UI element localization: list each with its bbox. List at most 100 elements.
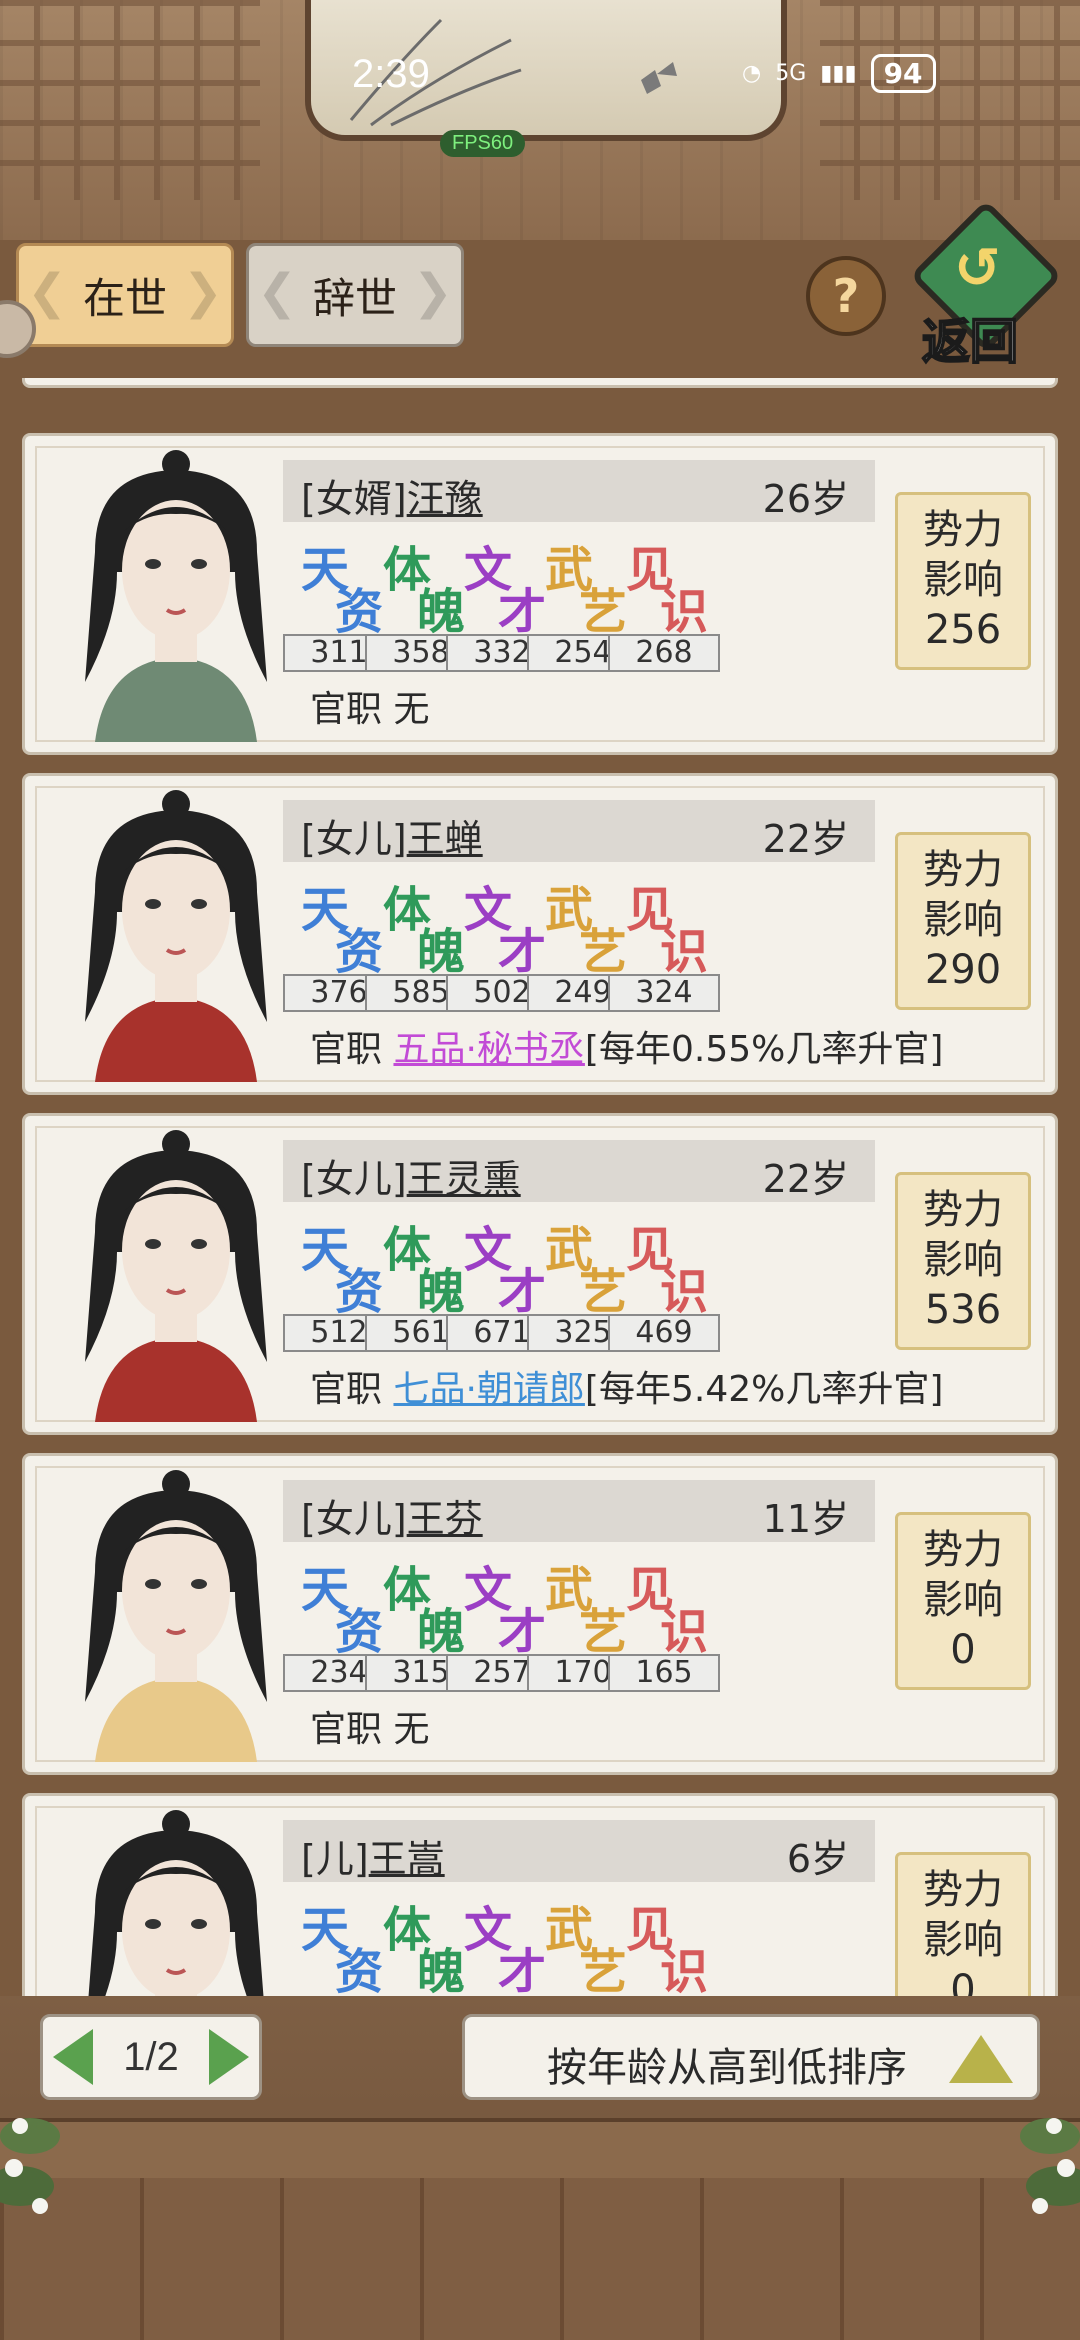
- family-list[interactable]: [女婿]汪豫 26岁天资 311 体魄 358 文才 332 武艺 254 见识 268 官职 无势力…: [22, 378, 1058, 1996]
- promotion-chance: [每年5.42%几率升官]: [584, 1369, 944, 1410]
- status-indicators: ◔ 5G ▮▮▮ 94: [742, 54, 936, 93]
- influence-value: 256: [924, 607, 1002, 653]
- page-indicator: 1/2: [123, 2034, 179, 2079]
- influence-value: 536: [924, 1287, 1002, 1333]
- portrait-avatar[interactable]: [35, 1802, 317, 1996]
- member-given-name: 王芬: [406, 1497, 483, 1541]
- office-title[interactable]: 五品·秘书丞: [393, 1029, 584, 1070]
- influence-label-1: 势力: [923, 847, 1003, 893]
- chevron-right-icon: ❯: [412, 264, 453, 320]
- chevron-left-icon: ❮: [27, 264, 68, 320]
- fps-badge: FPS60: [440, 130, 526, 157]
- office-row: 官职 无: [310, 680, 429, 732]
- influence-value: 0: [950, 1967, 976, 1996]
- influence-box: 势力 影响 0: [895, 1852, 1031, 1996]
- pager: 1/2: [40, 2014, 262, 2100]
- list-item-partial: [22, 378, 1058, 388]
- chevron-right-icon: ❯: [182, 264, 223, 320]
- office-title[interactable]: 七品·朝请郎: [393, 1369, 584, 1410]
- office-label: 官职: [310, 1029, 383, 1070]
- influence-label-1: 势力: [923, 1527, 1003, 1573]
- attribute-label: 见识: [608, 534, 722, 640]
- influence-box: 势力 影响 290: [895, 832, 1031, 1010]
- next-page-button[interactable]: [208, 2029, 249, 2085]
- member-relation: [女儿]: [301, 1497, 407, 1541]
- promotion-chance: [每年0.55%几率升官]: [584, 1029, 944, 1070]
- signal-label: 5G: [775, 61, 807, 86]
- influence-label-2: 影响: [923, 557, 1003, 603]
- top-frame: [0, 0, 1080, 240]
- family-member-card[interactable]: [儿]王嵩 6岁天资体魄文才武艺见识势力 影响 0: [22, 1793, 1058, 1996]
- member-relation: [女儿]: [301, 1157, 407, 1201]
- member-name[interactable]: [女儿]王灵熏: [301, 1148, 521, 1203]
- help-button[interactable]: ?: [806, 256, 886, 336]
- influence-label-2: 影响: [923, 1917, 1003, 1963]
- member-relation: [女婿]: [301, 477, 407, 521]
- member-given-name: 王嵩: [368, 1837, 445, 1881]
- portrait-avatar[interactable]: [35, 1462, 317, 1762]
- member-name[interactable]: [女儿]王芬: [301, 1488, 483, 1543]
- tab-alive[interactable]: ❮ 在世 ❯: [16, 243, 234, 347]
- back-label: 返回: [921, 313, 1019, 371]
- member-name[interactable]: [女婿]汪豫: [301, 468, 483, 523]
- member-header: [女儿]王芬 11岁: [283, 1480, 875, 1542]
- office-label: 官职: [310, 689, 383, 730]
- office-label: 官职: [310, 1369, 383, 1410]
- office-row: 官职 无: [310, 1700, 429, 1752]
- attribute-label: 见识: [608, 874, 722, 980]
- attribute-label: 见识: [608, 1214, 722, 1320]
- attribute-value: 268: [608, 634, 720, 672]
- family-member-card[interactable]: [女婿]汪豫 26岁天资 311 体魄 358 文才 332 武艺 254 见识 268 官职 无势力…: [22, 433, 1058, 755]
- member-age: 11岁: [762, 1497, 849, 1541]
- influence-label-1: 势力: [923, 1867, 1003, 1913]
- family-member-card[interactable]: [女儿]王蝉 22岁天资 376 体魄 585 文才 502 武艺 249 见识 324 官职 五品·…: [22, 773, 1058, 1095]
- prev-page-button[interactable]: [53, 2029, 93, 2085]
- member-header: [女儿]王蝉 22岁: [283, 800, 875, 862]
- wifi-icon: ◔: [742, 61, 762, 86]
- signal-bars-icon: ▮▮▮: [820, 61, 857, 86]
- attribute-label: 见识: [608, 1894, 722, 1996]
- member-name[interactable]: [女儿]王蝉: [301, 808, 483, 863]
- influence-box: 势力 影响 0: [895, 1512, 1031, 1690]
- member-relation: [儿]: [301, 1837, 369, 1881]
- return-arrow-icon: ↺: [954, 236, 1001, 301]
- member-given-name: 王蝉: [406, 817, 483, 861]
- family-member-card[interactable]: [女儿]王芬 11岁天资 234 体魄 315 文才 257 武艺 170 见识 165 官职 无势力…: [22, 1453, 1058, 1775]
- influence-label-2: 影响: [923, 897, 1003, 943]
- member-given-name: 汪豫: [406, 477, 483, 521]
- portrait-avatar[interactable]: [35, 442, 317, 742]
- member-age: 6岁: [786, 1837, 849, 1881]
- sort-button[interactable]: 按年龄从高到低排序: [462, 2014, 1040, 2100]
- influence-label-2: 影响: [923, 1577, 1003, 1623]
- attribute-label: 见识: [608, 1554, 722, 1660]
- tab-deceased-label: 辞世: [312, 273, 397, 323]
- tab-deceased[interactable]: ❮ 辞世 ❯: [246, 243, 464, 347]
- sort-label: 按年龄从高到低排序: [547, 2045, 907, 2091]
- sort-ascending-icon: [949, 2035, 1013, 2083]
- influence-label-1: 势力: [923, 1187, 1003, 1233]
- attribute-value: 469: [608, 1314, 720, 1352]
- portrait-avatar[interactable]: [35, 782, 317, 1082]
- chevron-left-icon: ❮: [257, 264, 298, 320]
- question-icon: ?: [832, 269, 860, 323]
- attribute-value: 324: [608, 974, 720, 1012]
- member-name[interactable]: [儿]王嵩: [301, 1828, 445, 1883]
- attribute-char-2: 识: [660, 924, 709, 980]
- wood-shelf: [0, 2118, 1080, 2182]
- attribute-char-2: 识: [660, 584, 709, 640]
- attribute-char-2: 识: [660, 1264, 709, 1320]
- member-relation: [女儿]: [301, 817, 407, 861]
- member-given-name: 王灵熏: [406, 1157, 521, 1201]
- member-header: [儿]王嵩 6岁: [283, 1820, 875, 1882]
- bottom-bar: 1/2 按年龄从高到低排序: [0, 1996, 1080, 2340]
- window-lattice-right: [820, 0, 1080, 200]
- family-member-card[interactable]: [女儿]王灵熏 22岁天资 512 体魄 561 文才 671 武艺 325 见识 469 官职 七品…: [22, 1113, 1058, 1435]
- office-row: 官职 七品·朝请郎[每年5.42%几率升官]: [310, 1360, 943, 1412]
- influence-value: 290: [924, 947, 1002, 993]
- back-button[interactable]: ↺ 返回: [909, 199, 1063, 371]
- office-title: 无: [393, 689, 430, 730]
- portrait-avatar[interactable]: [35, 1122, 317, 1422]
- attribute-char-2: 识: [660, 1944, 709, 1996]
- influence-box: 势力 影响 536: [895, 1172, 1031, 1350]
- member-age: 26岁: [762, 477, 849, 521]
